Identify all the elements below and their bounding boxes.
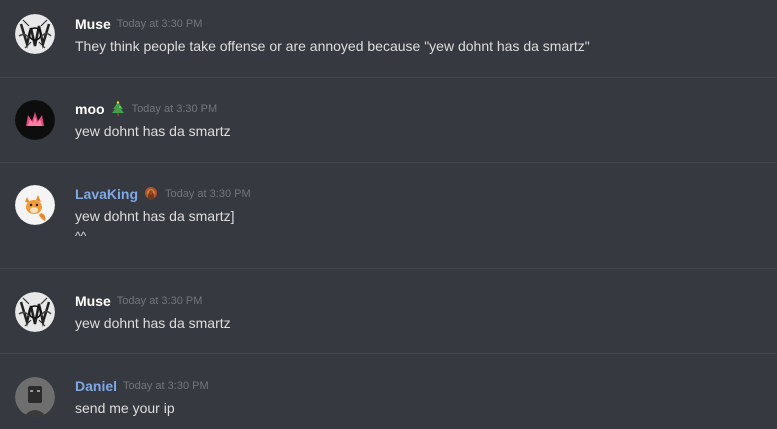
user-avatar[interactable] xyxy=(15,14,55,54)
message-content: yew dohnt has da smartz xyxy=(75,121,231,141)
gray-portrait-avatar-icon xyxy=(15,377,55,417)
message-timestamp: Today at 3:30 PM xyxy=(116,295,203,307)
message-divider xyxy=(0,268,777,269)
username[interactable]: Muse xyxy=(75,16,111,32)
message-line: ^^ xyxy=(75,229,87,243)
message-content: yew dohnt has da smartz] ^^ xyxy=(75,206,235,246)
message-content: yew dohnt has da smartz xyxy=(75,313,231,333)
user-avatar[interactable] xyxy=(15,377,55,417)
message-content: They think people take offense or are an… xyxy=(75,36,590,56)
black-white-sketch-avatar-icon xyxy=(15,14,55,54)
message-line: yew dohnt has da smartz xyxy=(75,315,231,331)
black-white-sketch-avatar-icon xyxy=(15,292,55,332)
christmas-tree-icon xyxy=(110,101,126,117)
chat-message-list: Muse Today at 3:30 PM They think people … xyxy=(0,0,777,429)
message-timestamp: Today at 3:30 PM xyxy=(116,18,203,30)
user-avatar[interactable] xyxy=(15,100,55,140)
username[interactable]: Muse xyxy=(75,293,111,309)
message-timestamp: Today at 3:30 PM xyxy=(131,103,218,115)
user-avatar[interactable] xyxy=(15,292,55,332)
message-divider xyxy=(0,77,777,78)
username[interactable]: moo xyxy=(75,101,105,117)
orange-fox-avatar-icon xyxy=(15,185,55,225)
pink-crown-avatar-icon xyxy=(15,100,55,140)
turkey-icon xyxy=(143,186,159,202)
message-timestamp: Today at 3:30 PM xyxy=(165,188,251,200)
message-content: send me your ip xyxy=(75,398,175,418)
message-line: yew dohnt has da smartz xyxy=(75,123,231,139)
message-timestamp: Today at 3:30 PM xyxy=(123,380,209,392)
message-divider xyxy=(0,162,777,163)
user-avatar[interactable] xyxy=(15,185,55,225)
username[interactable]: LavaKing xyxy=(75,186,138,202)
message-line: send me your ip xyxy=(75,400,175,416)
message-divider xyxy=(0,353,777,354)
username[interactable]: Daniel xyxy=(75,378,117,394)
message-line: They think people take offense or are an… xyxy=(75,38,590,54)
message-line: yew dohnt has da smartz] xyxy=(75,208,235,224)
